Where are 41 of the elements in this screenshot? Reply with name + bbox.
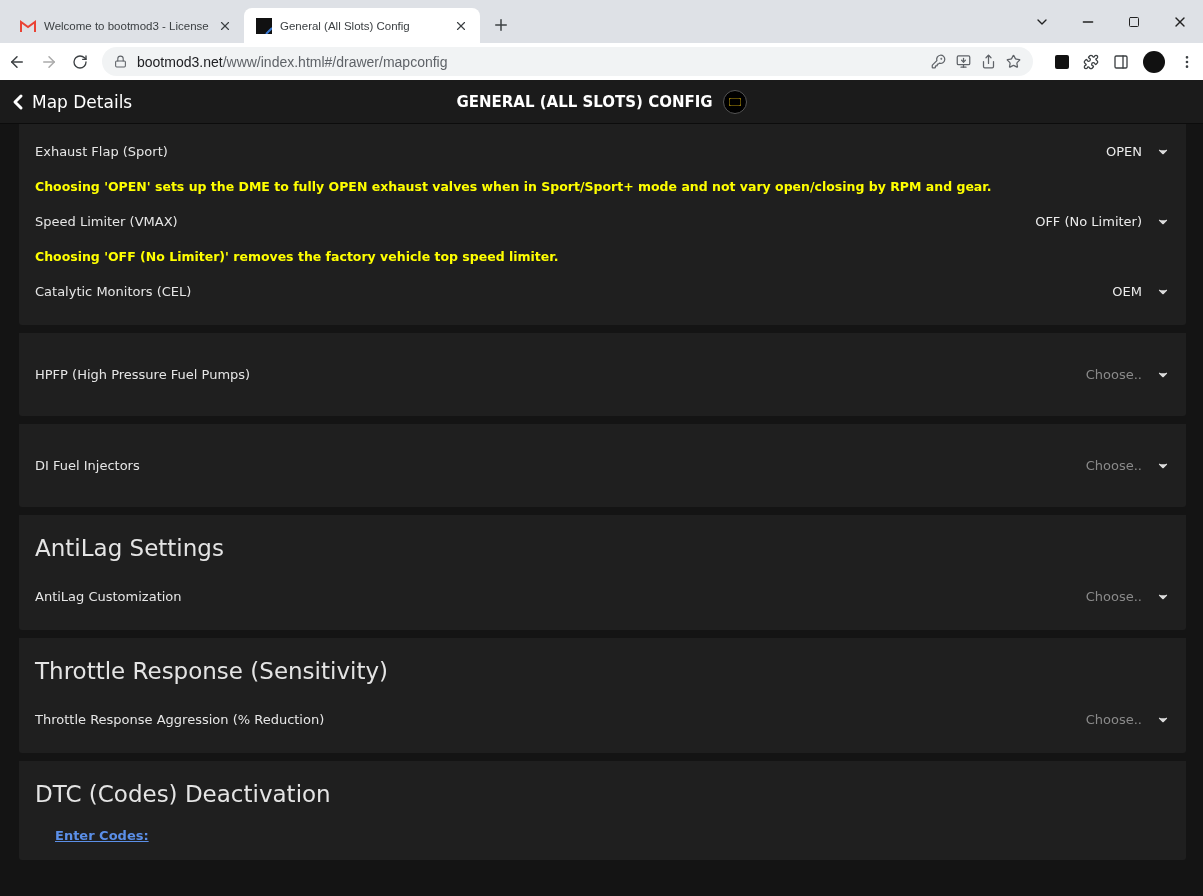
setting-label: HPFP (High Pressure Fuel Pumps) bbox=[35, 367, 252, 382]
browser-tab[interactable]: Welcome to bootmod3 - License bbox=[8, 8, 244, 43]
setting-label: Speed Limiter (VMAX) bbox=[35, 214, 179, 229]
new-tab-icon[interactable] bbox=[492, 16, 510, 34]
setting-label: Exhaust Flap (Sport) bbox=[35, 144, 169, 159]
setting-select[interactable]: OFF (No Limiter) bbox=[1035, 214, 1170, 229]
lock-icon bbox=[114, 55, 127, 68]
setting-note: Choosing 'OPEN' sets up the DME to fully OPEN exhaust valves when in Sport/Sport+ mode and not vary open/closing by RPM and gear. bbox=[35, 178, 993, 196]
logo-icon bbox=[722, 89, 747, 114]
back-button[interactable]: Map Details bbox=[0, 89, 139, 114]
star-icon[interactable] bbox=[1006, 54, 1021, 69]
setting-select[interactable]: OEM bbox=[1112, 284, 1170, 299]
setting-select[interactable]: Choose.. bbox=[1085, 589, 1170, 604]
setting-select[interactable]: Choose.. bbox=[1085, 712, 1170, 727]
enter-codes-link[interactable]: Enter Codes: bbox=[55, 828, 149, 843]
setting-select[interactable]: Choose.. bbox=[1085, 367, 1170, 382]
tab-title: Welcome to bootmod3 - License bbox=[44, 19, 210, 32]
key-icon[interactable] bbox=[931, 54, 946, 69]
browser-tab[interactable]: General (All Slots) Config bbox=[244, 8, 480, 43]
setting-label: DI Fuel Injectors bbox=[35, 458, 141, 473]
setting-label: Catalytic Monitors (CEL) bbox=[35, 284, 193, 299]
side-panel-icon[interactable] bbox=[1113, 53, 1129, 70]
install-icon[interactable] bbox=[956, 54, 971, 69]
profile-avatar[interactable] bbox=[1143, 50, 1165, 73]
section-heading: DTC (Codes) Deactivation bbox=[35, 781, 332, 807]
tab-title: General (All Slots) Config bbox=[280, 19, 411, 32]
setting-select[interactable]: Choose.. bbox=[1085, 458, 1170, 473]
section-heading: Throttle Response (Sensitivity) bbox=[35, 658, 389, 684]
extension-icon[interactable] bbox=[1055, 54, 1069, 69]
address-bar[interactable]: bootmod3.net/www/index.html#/drawer/mapconfig bbox=[102, 47, 1033, 76]
setting-note: Choosing 'OFF (No Limiter)' removes the factory vehicle top speed limiter. bbox=[35, 248, 560, 266]
setting-label: Throttle Response Aggression (% Reduction) bbox=[35, 712, 326, 727]
url-text: bootmod3.net/www/index.html#/drawer/mapconfig bbox=[137, 53, 449, 70]
share-icon[interactable] bbox=[981, 54, 996, 69]
reload-icon[interactable] bbox=[72, 53, 88, 70]
page-title: GENERAL (ALL SLOTS) CONFIG bbox=[456, 92, 713, 111]
setting-select[interactable]: OPEN bbox=[1106, 144, 1170, 159]
section-heading: AntiLag Settings bbox=[35, 535, 225, 561]
mail-icon bbox=[20, 19, 36, 32]
puzzle-icon[interactable] bbox=[1083, 53, 1099, 70]
setting-label: AntiLag Customization bbox=[35, 589, 183, 604]
